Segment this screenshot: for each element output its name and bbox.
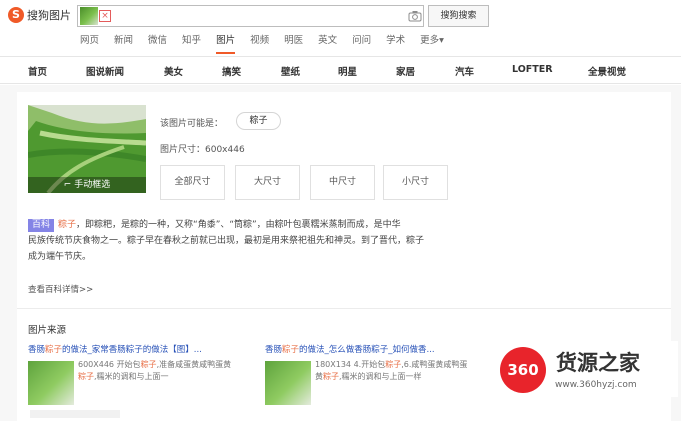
snippet-keyword: 粽子 xyxy=(78,372,94,381)
query-image-preview[interactable]: ⌐ 手动框选 xyxy=(28,105,146,193)
snippet-part: 600X446 开始包 xyxy=(78,360,141,369)
snippet-keyword: 粽子 xyxy=(385,360,402,369)
divider xyxy=(17,308,671,309)
baike-keyword[interactable]: 粽子 xyxy=(58,220,76,230)
source-result-snippet: 180X134 4.开始包粽子,6.咸鸭蛋黄咸鸭蛋黄粽子,糯米的调和与上面一样 xyxy=(315,359,475,383)
nav-panorama[interactable]: 全景视觉 xyxy=(588,64,626,78)
tab-video[interactable]: 视频 xyxy=(250,35,269,47)
manual-crop-button[interactable]: ⌐ 手动框选 xyxy=(28,177,146,193)
vertical-tabs: 网页 新闻 微信 知乎 图片 视频 明医 英文 问问 学术 更多▾ xyxy=(80,35,459,54)
result-title-keyword: 粽子 xyxy=(45,345,63,355)
logo-text: 搜狗图片 xyxy=(27,9,71,22)
result-title-keyword: 粽子 xyxy=(282,345,300,355)
watermark-name: 货源之家 xyxy=(556,351,640,375)
baike-text-1: ，即粽粑，是粽的一种，又称“角黍”、“筒粽”，由粽叶包裹糯米蒸制而成，是中华 xyxy=(76,220,401,230)
tab-news[interactable]: 新闻 xyxy=(114,35,133,47)
nav-auto[interactable]: 汽车 xyxy=(455,64,474,78)
result-title-rest: 的做法_怎么做香肠粽子_如何做香... xyxy=(299,345,435,355)
tab-academic[interactable]: 学术 xyxy=(386,35,405,47)
nav-home[interactable]: 首页 xyxy=(28,64,47,78)
result-title-rest: 的做法_家常香肠粽子的做法【图】... xyxy=(62,345,202,355)
baike-more-link[interactable]: 查看百科详情>> xyxy=(28,283,93,295)
snippet-keyword: 粽子 xyxy=(140,360,157,369)
tab-more[interactable]: 更多▾ xyxy=(420,35,444,47)
baike-text-2: 民族传统节庆食物之一。粽子早在春秋之前就已出现，最初是用来祭祀祖先和神灵。到了晋… xyxy=(28,236,425,246)
snippet-part: 180X134 4.开始包 xyxy=(315,360,386,369)
sogou-logo[interactable]: S 搜狗图片 xyxy=(8,6,71,24)
image-search-box[interactable]: × xyxy=(77,5,424,27)
clear-image-button[interactable]: × xyxy=(99,10,111,22)
guess-chip[interactable]: 粽子 xyxy=(236,112,281,130)
baike-text-3: 成为端午节庆。 xyxy=(28,252,92,262)
snippet-part: ,糯米的调和与上面一样 xyxy=(339,372,422,381)
source-result-title[interactable]: 香肠粽子的做法_怎么做香肠粽子_如何做香... xyxy=(265,344,485,356)
baike-summary: 百科 粽子，即粽粑，是粽的一种，又称“角黍”、“筒粽”，由粽叶包裹糯米蒸制而成，是… xyxy=(28,217,483,265)
tab-images[interactable]: 图片 xyxy=(216,35,236,54)
size-large-button[interactable]: 大尺寸 xyxy=(235,165,300,200)
partial-next-section xyxy=(30,410,120,418)
uploaded-image-thumbnail xyxy=(80,7,98,25)
baike-tag: 百科 xyxy=(28,219,55,232)
crop-icon: ⌐ xyxy=(63,180,75,190)
snippet-part: ,糯米的调和与上面一 xyxy=(94,372,169,381)
source-result-1[interactable]: 香肠粽子的做法_家常香肠粽子的做法【图】... 600X446 开始包粽子,准备… xyxy=(28,344,248,405)
search-button[interactable]: 搜狗搜索 xyxy=(428,5,489,27)
sources-heading: 图片来源 xyxy=(28,325,67,336)
watermark-url: www.360hyzj.com xyxy=(555,380,637,390)
tab-medical[interactable]: 明医 xyxy=(284,35,303,47)
image-category-nav: 首页 图说新闻 美女 搞笑 壁纸 明星 家居 汽车 LOFTER 全景视觉 xyxy=(0,57,681,84)
size-medium-button[interactable]: 中尺寸 xyxy=(310,165,375,200)
guess-label: 该图片可能是： xyxy=(160,119,224,129)
result-title-part: 香肠 xyxy=(265,345,283,355)
watermark-logo: 360 xyxy=(500,347,546,393)
manual-crop-label: 手动框选 xyxy=(74,180,111,190)
snippet-keyword: 粽子 xyxy=(323,372,339,381)
tab-zhihu[interactable]: 知乎 xyxy=(182,35,201,47)
size-all-button[interactable]: 全部尺寸 xyxy=(160,165,225,200)
nav-wallpaper[interactable]: 壁纸 xyxy=(281,64,300,78)
nav-home-decor[interactable]: 家居 xyxy=(396,64,415,78)
source-result-thumbnail[interactable] xyxy=(265,361,311,405)
tab-wechat[interactable]: 微信 xyxy=(148,35,167,47)
image-size-label: 图片尺寸：600x446 xyxy=(160,145,245,155)
nav-beauty[interactable]: 美女 xyxy=(164,64,183,78)
sogou-image-result-page: S 搜狗图片 × 搜狗搜索 网页 新闻 微信 知乎 图片 视频 明医 英文 问问… xyxy=(0,0,681,421)
nav-funny[interactable]: 搞笑 xyxy=(222,64,241,78)
source-result-title[interactable]: 香肠粽子的做法_家常香肠粽子的做法【图】... xyxy=(28,344,248,356)
nav-celebrity[interactable]: 明星 xyxy=(338,64,357,78)
logo-mark-icon: S xyxy=(8,7,24,23)
snippet-part: ,准备咸蛋黄咸鸭蛋黄 xyxy=(156,360,232,369)
source-result-thumbnail[interactable] xyxy=(28,361,74,405)
tab-wenwen[interactable]: 问问 xyxy=(352,35,371,47)
nav-picture-news[interactable]: 图说新闻 xyxy=(86,64,124,78)
size-small-button[interactable]: 小尺寸 xyxy=(383,165,448,200)
source-result-2[interactable]: 香肠粽子的做法_怎么做香肠粽子_如何做香... 180X134 4.开始包粽子,… xyxy=(265,344,485,405)
result-title-part: 香肠 xyxy=(28,345,46,355)
watermark: 360 货源之家 www.360hyzj.com xyxy=(498,341,678,397)
top-bar: S 搜狗图片 × 搜狗搜索 网页 新闻 微信 知乎 图片 视频 明医 英文 问问… xyxy=(0,0,681,57)
camera-icon[interactable] xyxy=(408,9,422,23)
source-result-snippet: 600X446 开始包粽子,准备咸蛋黄咸鸭蛋黄粽子,糯米的调和与上面一 xyxy=(78,359,238,383)
tab-web[interactable]: 网页 xyxy=(80,35,99,47)
tab-english[interactable]: 英文 xyxy=(318,35,337,47)
nav-lofter[interactable]: LOFTER xyxy=(512,64,553,75)
